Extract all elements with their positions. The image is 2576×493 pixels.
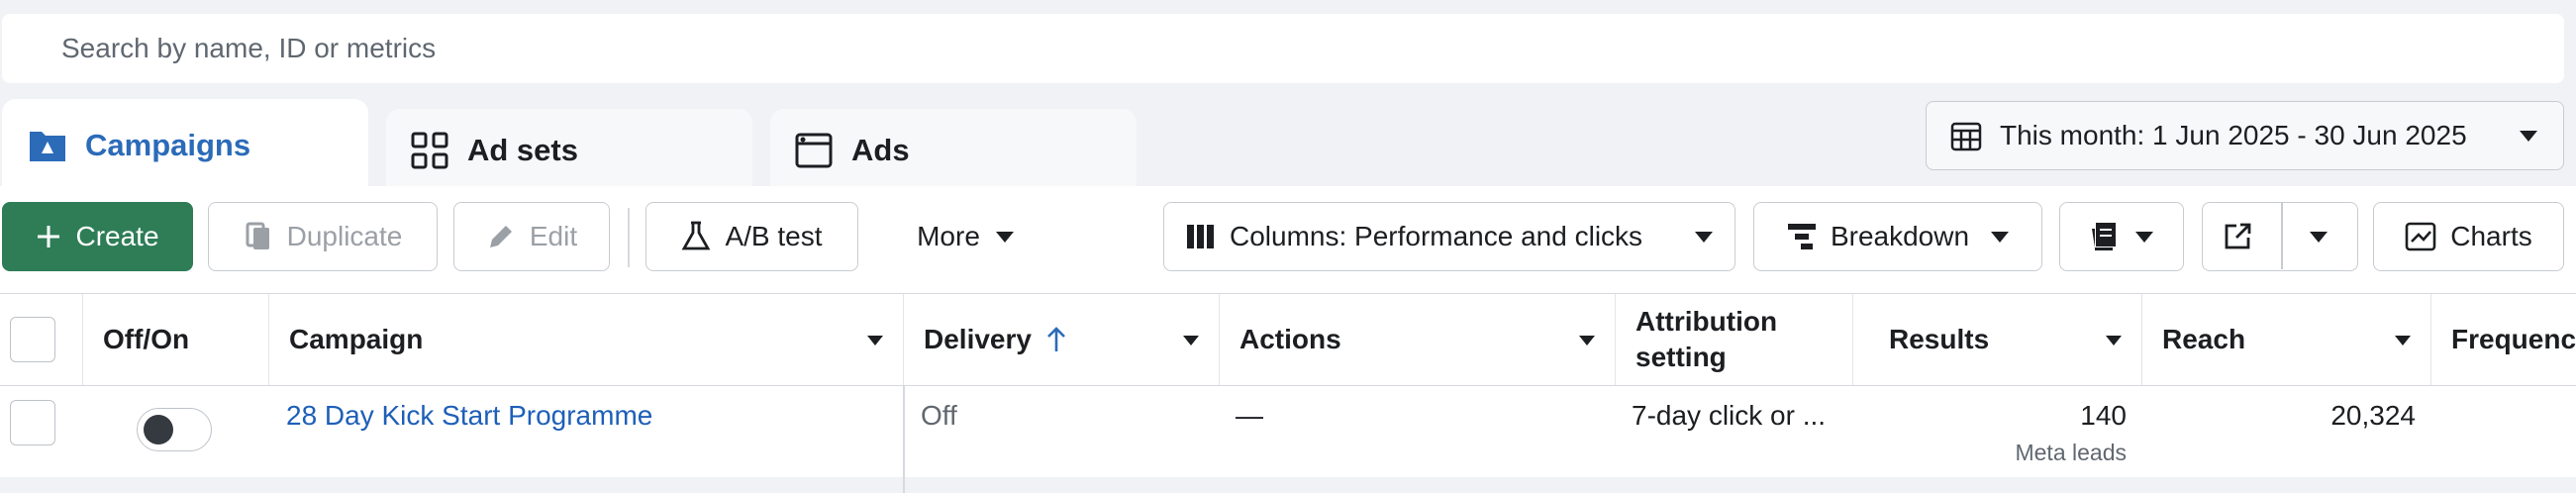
ab-test-label: A/B test [725,221,823,251]
column-header-frequency[interactable]: Frequenc [2431,294,2576,385]
search-input[interactable]: Search by name, ID or metrics [2,14,2564,83]
plus-icon [36,224,61,249]
edit-label: Edit [529,221,578,251]
row-checkbox[interactable] [10,400,55,445]
tab-campaigns[interactable]: Campaigns [2,99,368,192]
results-type: Meta leads [2015,440,2127,465]
create-button[interactable]: Create [2,202,193,271]
table-footer-gap [905,477,2576,493]
select-all-cell [0,294,83,385]
tab-label: Ad sets [467,133,578,167]
button-divider [2281,203,2283,269]
tab-ads[interactable]: Ads [770,109,1137,192]
table-header-row: Off/On Campaign Delivery Actions Attribu… [0,293,2576,386]
campaigns-table: Off/On Campaign Delivery Actions Attribu… [0,293,2576,493]
campaign-on-off-toggle[interactable] [137,408,212,451]
results-value: 140 [2080,400,2127,431]
chevron-down-icon[interactable] [1579,336,1595,345]
chevron-down-icon [1695,231,1713,243]
tab-ad-sets[interactable]: Ad sets [386,109,752,192]
columns-button[interactable]: Columns: Performance and clicks [1163,202,1735,271]
edit-button[interactable]: Edit [453,202,610,271]
table-row[interactable]: 28 Day Kick Start Programme Off — 7-day … [0,386,2576,475]
table-footer-gap [0,477,903,493]
reports-button[interactable] [2059,202,2184,271]
breakdown-label: Breakdown [1830,221,1970,251]
attribution-value: 7-day click or ... [1632,400,1827,431]
header-label: Delivery [924,324,1032,354]
reports-icon [2090,221,2122,252]
chevron-down-icon [2520,130,2537,142]
reach-value: 20,324 [2330,400,2416,431]
column-header-delivery[interactable]: Delivery [904,294,1220,385]
column-header-reach[interactable]: Reach [2142,294,2431,385]
toolbar: Create Duplicate Edit A/B test More Colu… [0,186,2576,293]
tab-label: Ads [851,133,910,167]
export-icon [2223,222,2252,251]
tab-label: Campaigns [85,128,251,162]
chevron-down-icon [995,231,1014,243]
chevron-down-icon[interactable] [2395,336,2411,345]
charts-button[interactable]: Charts [2373,202,2564,271]
date-range-label: This month: 1 Jun 2025 - 30 Jun 2025 [2000,120,2467,150]
charts-label: Charts [2450,221,2532,251]
chart-icon [2405,222,2436,251]
header-label: Frequenc [2451,324,2576,354]
more-button[interactable]: More [881,202,1049,271]
duplicate-button[interactable]: Duplicate [208,202,438,271]
results-cell: 140 Meta leads [1853,386,2127,475]
header-label: Campaign [289,324,424,354]
ad-sets-grid-icon [410,131,449,170]
header-label: Off/On [103,324,190,354]
pencil-icon [486,222,516,251]
toggle-knob [144,415,173,444]
campaign-folder-icon [28,126,67,165]
column-header-results[interactable]: Results [1853,294,2142,385]
column-header-off-on[interactable]: Off/On [83,294,269,385]
actions-value: — [1236,400,1263,431]
header-label: Reach [2162,324,2246,354]
sort-ascending-icon [1045,326,1067,353]
row-toggle-cell [137,386,212,475]
column-header-actions[interactable]: Actions [1220,294,1616,385]
chevron-down-icon[interactable] [867,336,883,345]
columns-label: Columns: Performance and clicks [1230,221,1643,251]
chevron-down-icon [2310,232,2328,243]
header-label: Actions [1239,324,1341,354]
chevron-down-icon [2135,231,2153,243]
header-label: Results [1889,324,1990,354]
select-all-checkbox[interactable] [10,317,55,362]
calendar-icon [1950,120,1982,151]
breakdown-button[interactable]: Breakdown [1753,202,2042,271]
chevron-down-icon [1991,231,2010,243]
toolbar-divider [628,208,630,267]
create-label: Create [75,221,159,251]
column-header-attribution[interactable]: Attribution setting [1616,294,1853,385]
flask-icon [681,221,711,252]
duplicate-icon [244,222,273,251]
search-placeholder: Search by name, ID or metrics [61,33,437,63]
header-label: Attribution setting [1635,306,1778,372]
row-select-cell [10,386,55,475]
delivery-status: Off [921,400,957,431]
duplicate-label: Duplicate [286,221,403,251]
breakdown-icon [1787,223,1817,250]
date-range-picker[interactable]: This month: 1 Jun 2025 - 30 Jun 2025 [1926,101,2564,170]
chevron-down-icon[interactable] [2106,336,2122,345]
more-label: More [917,221,980,251]
export-button[interactable] [2202,202,2358,271]
campaign-name-link[interactable]: 28 Day Kick Start Programme [286,386,652,475]
chevron-down-icon[interactable] [1183,336,1199,345]
column-header-campaign[interactable]: Campaign [269,294,904,385]
columns-icon [1186,224,1216,249]
ad-window-icon [794,131,834,170]
ab-test-button[interactable]: A/B test [645,202,858,271]
